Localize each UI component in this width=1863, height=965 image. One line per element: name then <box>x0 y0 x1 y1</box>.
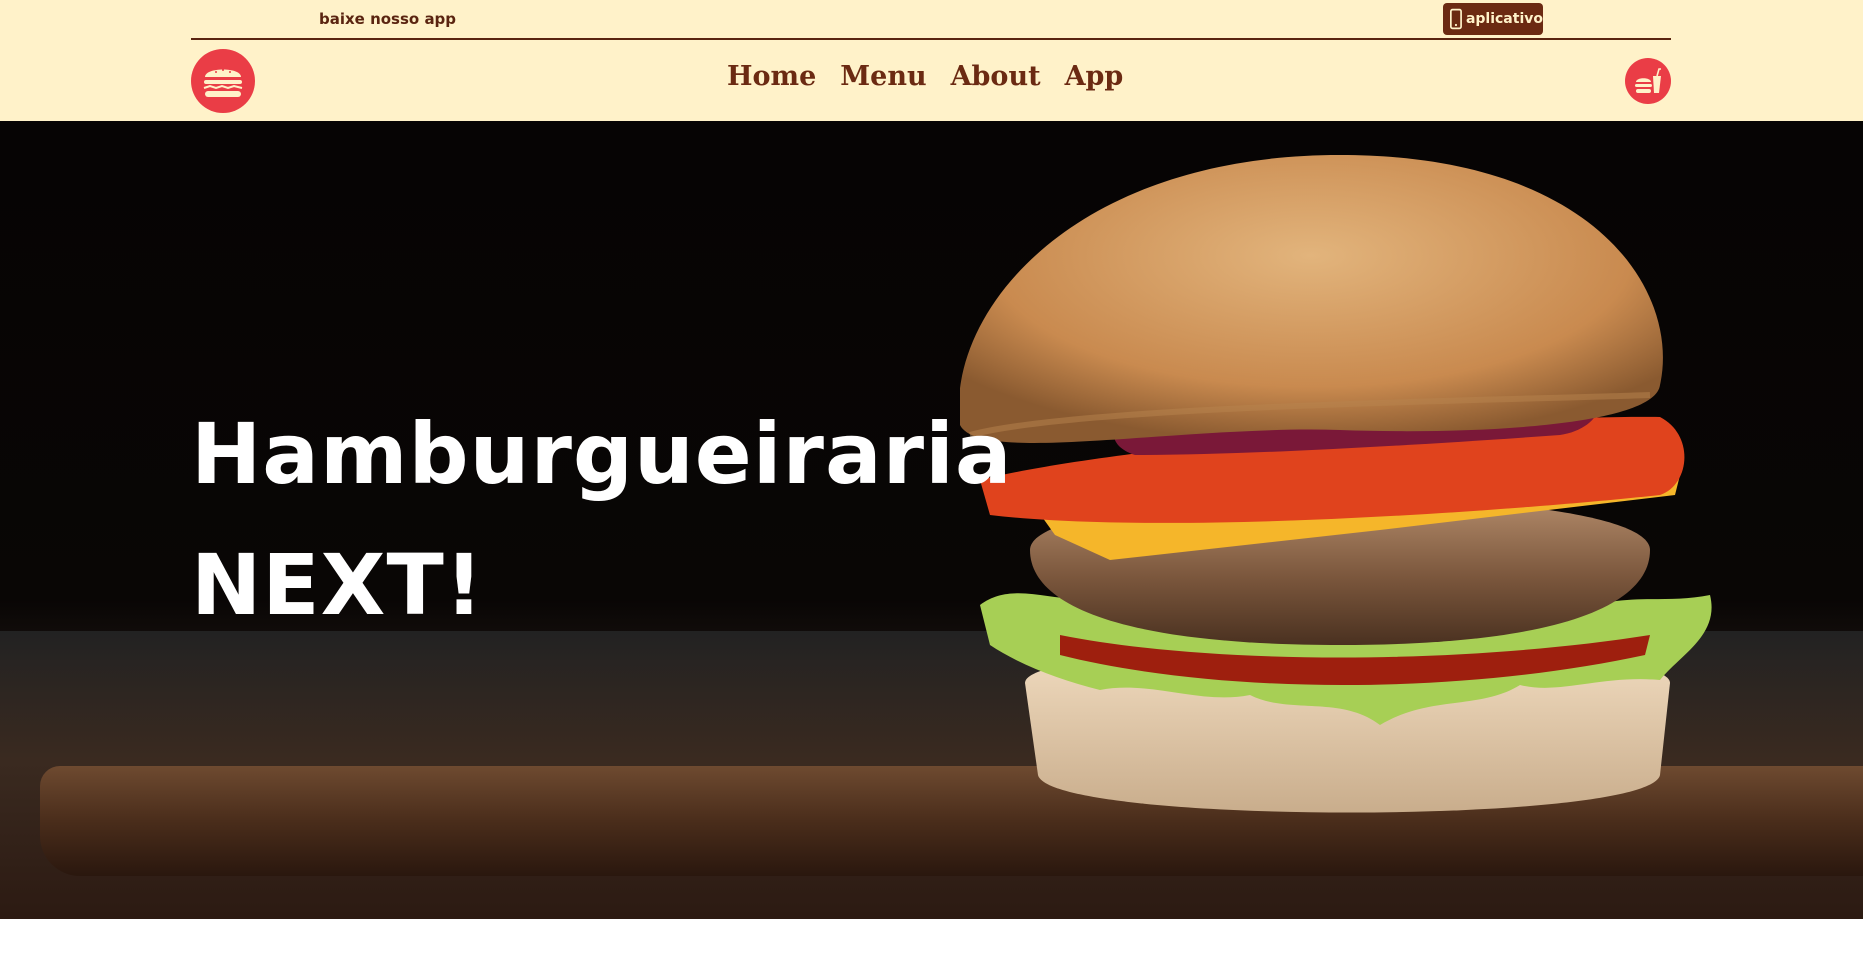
top-bar: baixe nosso app aplicativo <box>191 0 1671 40</box>
app-download-button[interactable]: aplicativo <box>1443 3 1543 35</box>
hero-title: Hamburgueiraria NEXT! <box>191 389 1013 651</box>
nav-menu[interactable]: Menu <box>840 61 926 92</box>
main-menu: Home Menu About App <box>727 61 1123 92</box>
main-nav-row: Home Menu About App <box>191 48 1671 114</box>
order-button[interactable] <box>1625 58 1671 104</box>
fastfood-icon <box>1635 68 1661 93</box>
brand-logo[interactable] <box>191 49 255 113</box>
nav-home[interactable]: Home <box>727 61 816 92</box>
burger-image <box>960 155 1712 813</box>
download-app-text: baixe nosso app <box>319 10 457 28</box>
app-button-label: aplicativo <box>1465 11 1543 27</box>
hero-title-line-1: Hamburgueiraria <box>191 405 1013 503</box>
site-header: baixe nosso app aplicativo Home Menu Abo… <box>0 0 1863 121</box>
nav-about[interactable]: About <box>951 61 1041 92</box>
nav-app[interactable]: App <box>1065 61 1124 92</box>
smartphone-icon <box>1450 8 1462 30</box>
burger-icon <box>203 69 243 97</box>
hero-title-line-2: NEXT! <box>191 536 485 634</box>
hero-banner: Hamburgueiraria NEXT! <box>0 121 1863 919</box>
